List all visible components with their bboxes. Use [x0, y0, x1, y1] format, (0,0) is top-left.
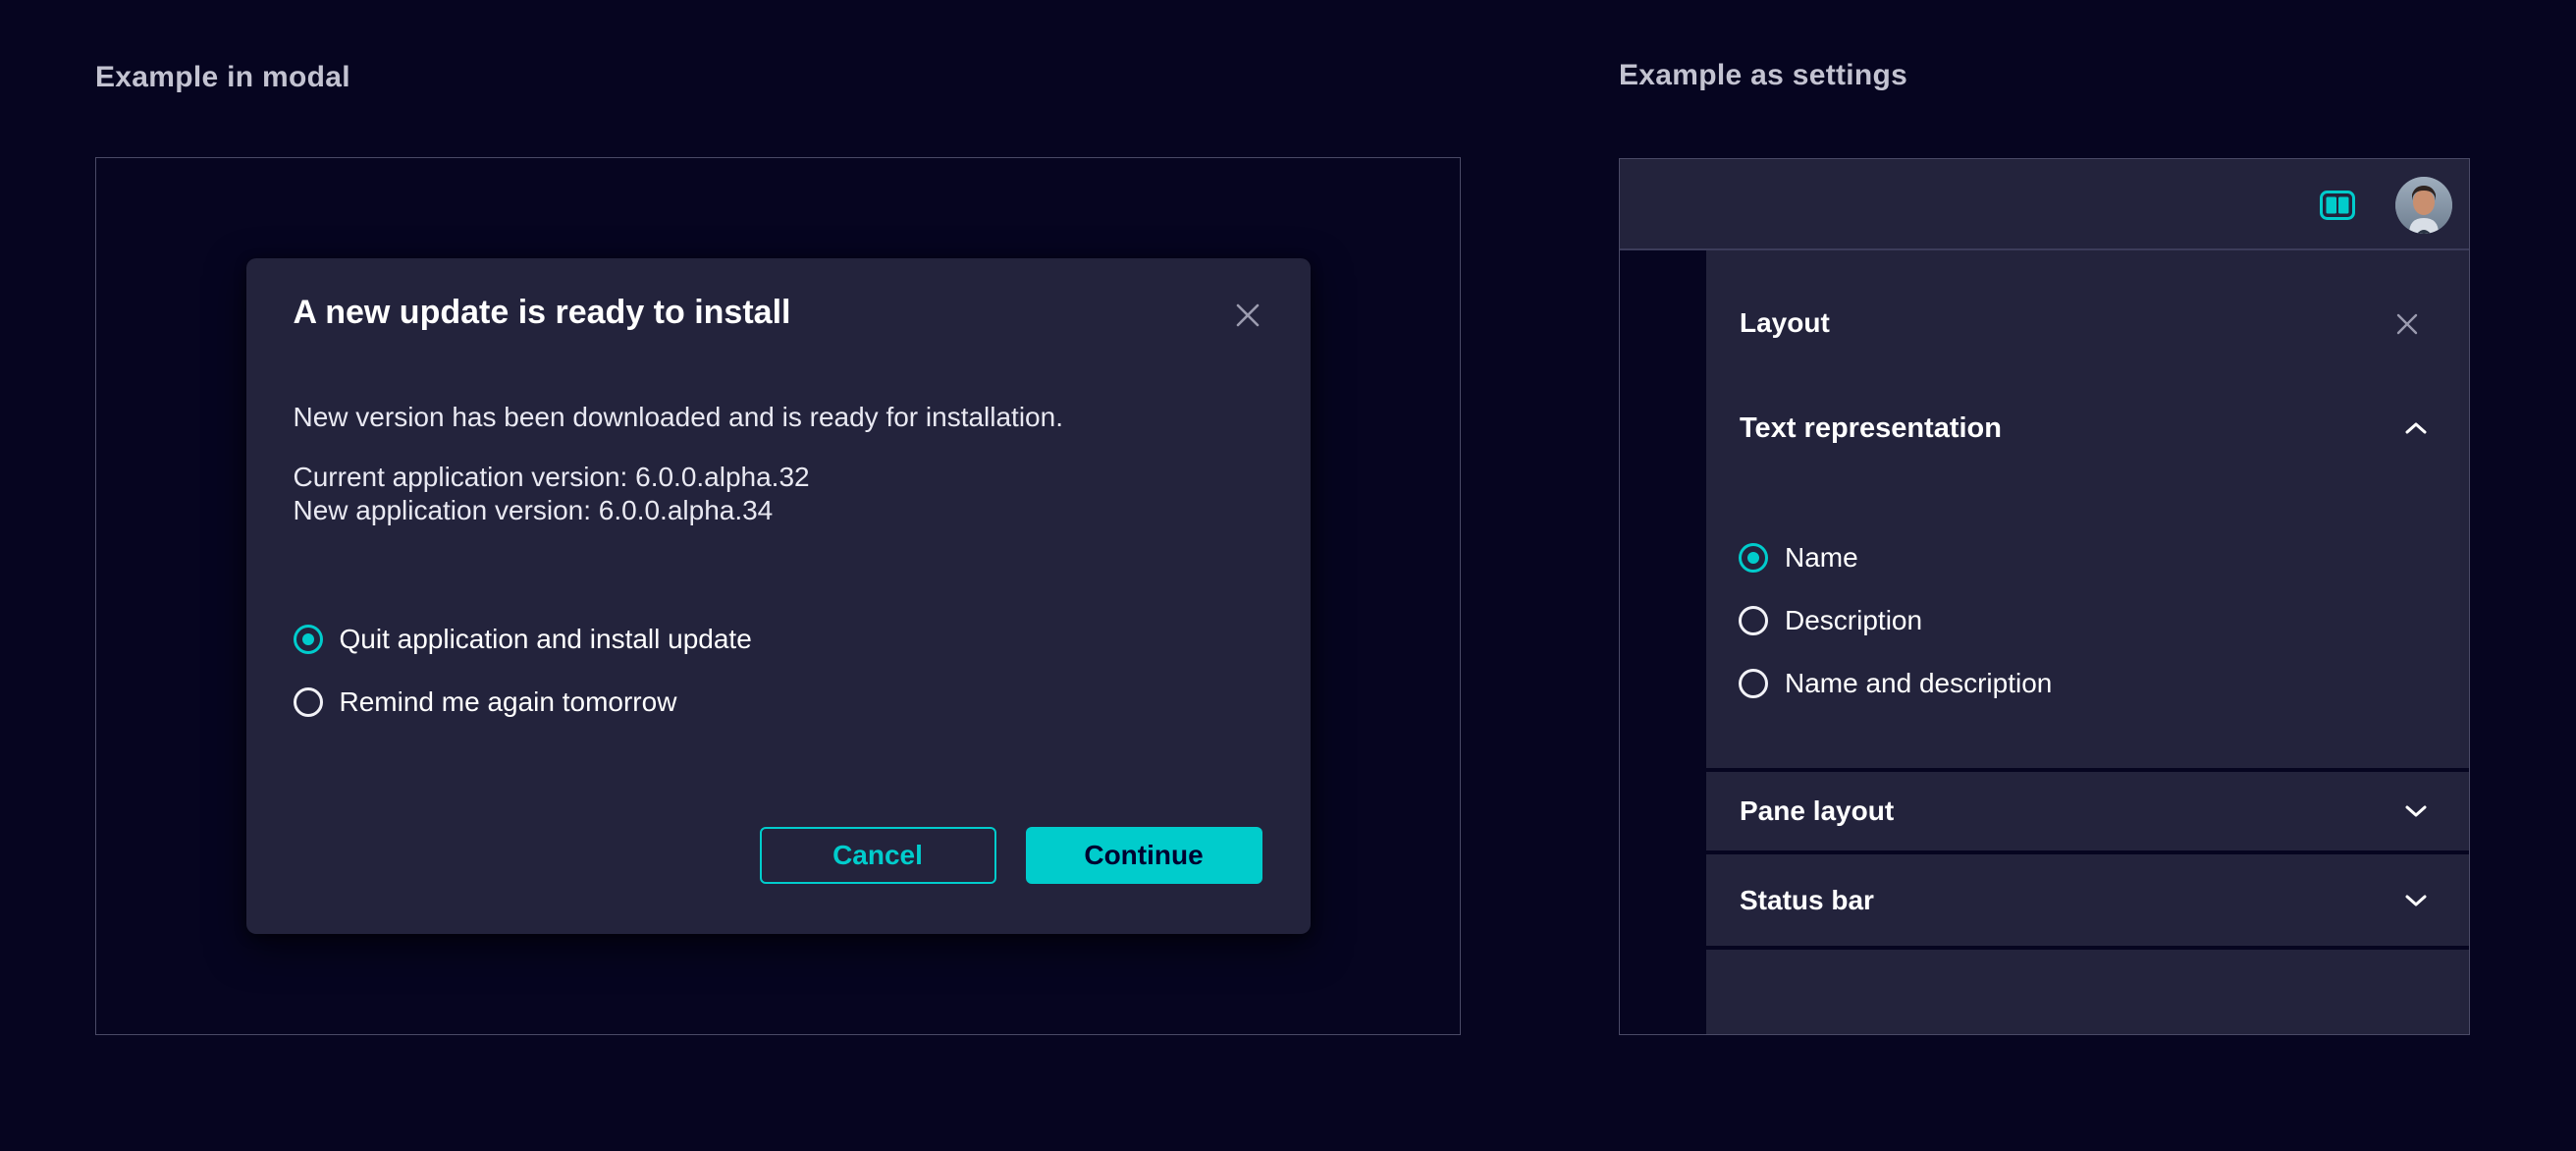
content-gutter	[1620, 250, 1706, 1034]
radio-remind-tomorrow[interactable]: Remind me again tomorrow	[294, 685, 677, 720]
panel-title: Layout	[1740, 307, 1830, 339]
section-pane-layout[interactable]: Pane layout	[1706, 772, 2469, 850]
radio-label: Name and description	[1785, 668, 2052, 699]
section-status-bar[interactable]: Status bar	[1706, 854, 2469, 946]
radio-selected-icon	[1739, 543, 1768, 573]
modal-title: A new update is ready to install	[294, 294, 791, 332]
close-icon[interactable]	[1232, 300, 1263, 331]
modal-version-info: Current application version: 6.0.0.alpha…	[294, 461, 810, 527]
radio-label: Description	[1785, 605, 1922, 636]
chevron-down-icon	[2403, 893, 2429, 908]
radio-label: Quit application and install update	[340, 624, 752, 655]
modal-body-text: New version has been downloaded and is r…	[294, 401, 1063, 434]
settings-example-frame: Layout Text representation	[1619, 158, 2470, 1035]
radio-unselected-icon	[1739, 669, 1768, 698]
radio-unselected-icon	[1739, 606, 1768, 635]
user-avatar[interactable]	[2395, 177, 2452, 234]
section-text-representation[interactable]: Text representation	[1706, 393, 2469, 464]
section-label: Text representation	[1740, 412, 2002, 445]
drawer-empty-block	[1706, 950, 2469, 1034]
app-topbar	[1620, 159, 2469, 250]
radio-name-and-description[interactable]: Name and description	[1739, 666, 2052, 701]
split-pane-icon[interactable]	[2316, 186, 2359, 225]
section-label: Status bar	[1740, 885, 1874, 916]
settings-example-title: Example as settings	[1619, 59, 1907, 92]
modal-example-frame: A new update is ready to install New ver…	[95, 157, 1461, 1035]
radio-unselected-icon	[294, 687, 323, 717]
new-version-line: New application version: 6.0.0.alpha.34	[294, 494, 810, 527]
current-version-line: Current application version: 6.0.0.alpha…	[294, 461, 810, 494]
update-modal: A new update is ready to install New ver…	[246, 258, 1311, 934]
radio-description[interactable]: Description	[1739, 603, 1922, 638]
radio-label: Remind me again tomorrow	[340, 686, 677, 718]
radio-selected-icon	[294, 625, 323, 654]
drawer-main-block: Layout Text representation	[1706, 250, 2469, 768]
chevron-down-icon	[2403, 803, 2429, 819]
layout-settings-drawer: Layout Text representation	[1706, 250, 2469, 1034]
close-icon[interactable]	[2392, 309, 2422, 339]
modal-example-title: Example in modal	[95, 61, 350, 94]
continue-button[interactable]: Continue	[1026, 827, 1262, 884]
radio-label: Name	[1785, 542, 1858, 574]
settings-body: Layout Text representation	[1620, 250, 2469, 1034]
section-label: Pane layout	[1740, 795, 1894, 827]
radio-install-update[interactable]: Quit application and install update	[294, 622, 752, 657]
chevron-up-icon	[2403, 420, 2429, 436]
radio-name[interactable]: Name	[1739, 540, 1858, 576]
cancel-button[interactable]: Cancel	[760, 827, 996, 884]
